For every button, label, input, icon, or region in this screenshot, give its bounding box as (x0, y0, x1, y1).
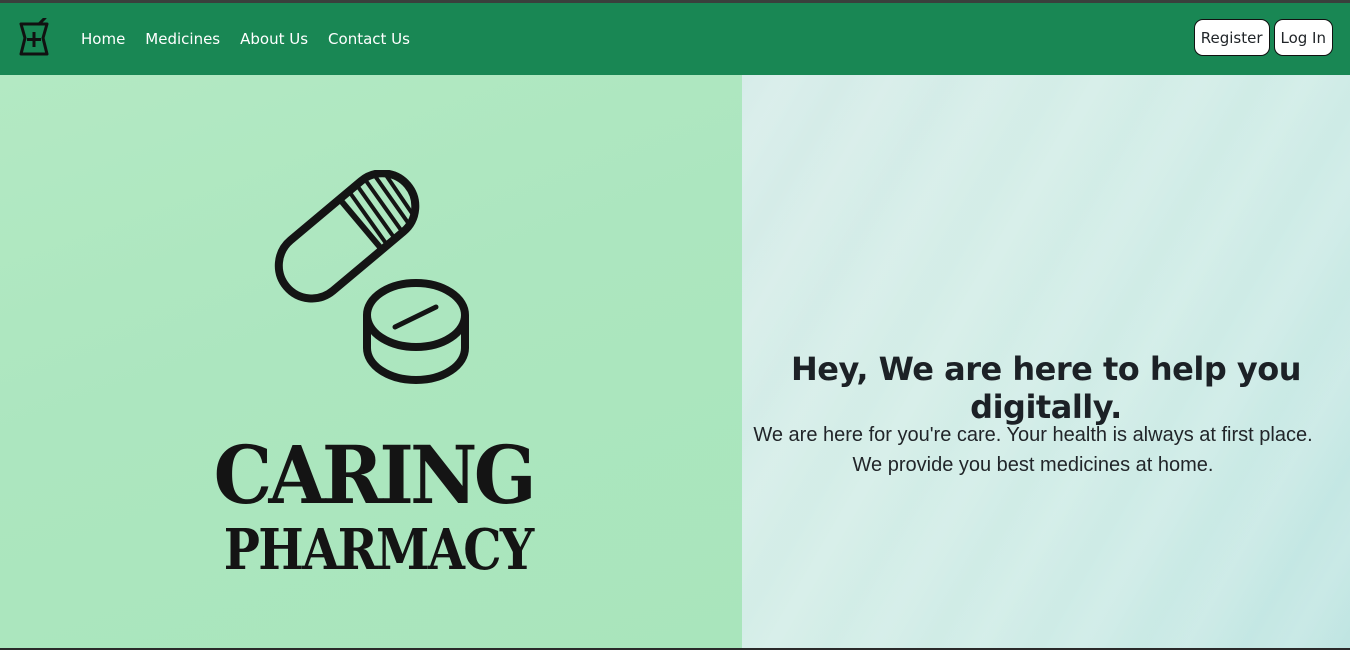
navbar: Home Medicines About Us Contact Us Regis… (0, 3, 1350, 75)
hero-description-line-1: We are here for you're care. Your health… (753, 424, 1313, 446)
pills-icon (274, 170, 469, 384)
mortar-pestle-icon[interactable] (17, 16, 51, 58)
login-button[interactable]: Log In (1273, 19, 1333, 56)
register-button[interactable]: Register (1193, 19, 1270, 56)
nav-link-home[interactable]: Home (71, 30, 135, 48)
nav-links: Home Medicines About Us Contact Us (71, 3, 420, 75)
auth-buttons: Register Log In (1193, 19, 1333, 56)
hero-description-line-2: We provide you best medicines at home. (852, 454, 1214, 476)
logo-wordmark-pharmacy: PHARMACY (223, 517, 534, 583)
logo-wordmark-caring: CARING (213, 428, 537, 522)
hero-title: Hey, We are here to help you digitally. (790, 350, 1302, 426)
page: Home Medicines About Us Contact Us Regis… (0, 0, 1350, 650)
hero-description: We are here for you're care. Your health… (742, 420, 1324, 480)
nav-link-medicines[interactable]: Medicines (135, 30, 230, 48)
nav-link-about-us[interactable]: About Us (230, 30, 318, 48)
nav-link-contact-us[interactable]: Contact Us (318, 30, 420, 48)
